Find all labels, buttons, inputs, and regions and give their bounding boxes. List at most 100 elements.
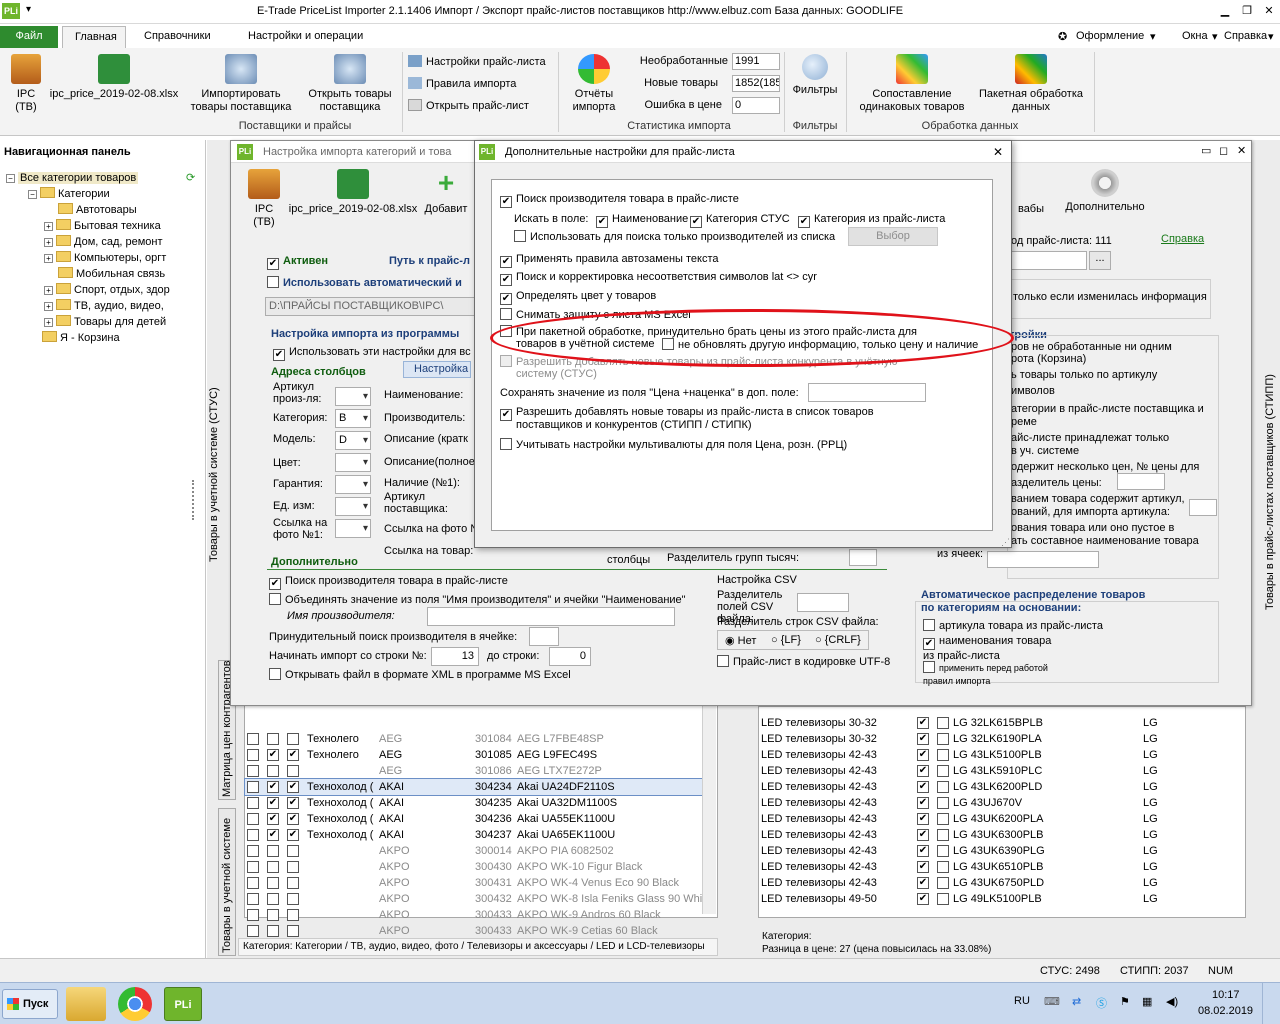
table-row[interactable]: AKPO 300431 AKPO WK-4 Venus Eco 90 Black bbox=[245, 875, 703, 891]
clock-date[interactable]: 08.02.2019 bbox=[1198, 1005, 1253, 1017]
menu-design[interactable]: Оформление bbox=[1076, 30, 1144, 42]
row-checkbox[interactable] bbox=[267, 925, 279, 937]
field-cat-stus-checkbox[interactable]: ✔ Категория СТУС bbox=[690, 213, 790, 228]
allow-competitor-checkbox[interactable]: Разрешить добавлять новые товары из прай… bbox=[500, 355, 897, 369]
row-checkbox[interactable]: ✔ bbox=[287, 813, 299, 825]
row-checkbox[interactable]: ✔ bbox=[917, 781, 929, 793]
add-button[interactable]: + Добавит bbox=[421, 169, 471, 216]
save-value-input[interactable] bbox=[808, 383, 926, 402]
row-checkbox[interactable] bbox=[267, 861, 279, 873]
checkbox[interactable] bbox=[500, 308, 512, 320]
tree-categories[interactable]: − Категории bbox=[28, 186, 110, 202]
row-checkbox[interactable] bbox=[247, 797, 259, 809]
right-input[interactable] bbox=[1011, 251, 1087, 270]
checkbox[interactable] bbox=[514, 230, 526, 242]
expand-icon[interactable]: + bbox=[44, 286, 53, 295]
row-checkbox[interactable] bbox=[287, 925, 299, 937]
csv-field-sep-input[interactable] bbox=[797, 593, 849, 612]
row-checkbox[interactable]: ✔ bbox=[267, 829, 279, 841]
csv-lf-radio[interactable]: ○ {LF} bbox=[771, 634, 801, 646]
row-checkbox[interactable]: ✔ bbox=[287, 829, 299, 841]
model-combo[interactable]: D bbox=[335, 431, 371, 450]
tree-item[interactable]: + Дом, сад, ремонт bbox=[44, 234, 163, 250]
row-checkbox[interactable] bbox=[247, 861, 259, 873]
row-checkbox[interactable] bbox=[267, 765, 279, 777]
network-icon[interactable]: ▦ bbox=[1142, 995, 1152, 1008]
row-checkbox[interactable] bbox=[247, 749, 259, 761]
table-row[interactable]: AKPO 300433 AKPO WK-9 Cetias 60 Black bbox=[245, 923, 703, 939]
checkbox[interactable]: ✔ bbox=[923, 638, 935, 650]
merge-field-checkbox[interactable]: Объединять значение из поля "Имя произво… bbox=[269, 593, 686, 607]
help-link[interactable]: Справка bbox=[1161, 233, 1204, 245]
table-row[interactable]: ✔ ✔ Технохолод (AKAI 304235 Akai UA32DM1100S bbox=[245, 795, 703, 811]
table-row[interactable]: LED телевизоры 42-43 ✔ LG 43UK6510PLB LG bbox=[759, 859, 1245, 875]
detect-color-checkbox[interactable]: ✔ Определять цвет у товаров bbox=[500, 290, 656, 305]
warranty-combo[interactable] bbox=[335, 475, 371, 494]
collapse-icon[interactable]: − bbox=[28, 190, 37, 199]
cells-input[interactable] bbox=[987, 551, 1099, 568]
opt-search-maker[interactable]: ✔ Поиск производителя товара в прайс-лист… bbox=[500, 193, 739, 208]
active-checkbox[interactable]: ✔ Активен bbox=[267, 255, 328, 270]
article-input[interactable] bbox=[1189, 499, 1217, 516]
row-checkbox[interactable]: ✔ bbox=[267, 781, 279, 793]
autoreplace-checkbox[interactable]: ✔ Применять правила автозамены текста bbox=[500, 253, 719, 268]
row-checkbox[interactable] bbox=[247, 893, 259, 905]
row-checkbox[interactable] bbox=[247, 765, 259, 777]
table-row[interactable]: AKPO 300430 AKPO WK-10 Figur Black bbox=[245, 859, 703, 875]
ipc-button[interactable]: IPC (ТВ) bbox=[239, 169, 289, 229]
apply-rules-checkbox[interactable]: применить перед работой правил импорта bbox=[923, 661, 1063, 688]
right-products-grid[interactable]: LED телевизоры 30-32 ✔ LG 32LK615BPLB LG LED… bbox=[758, 706, 1246, 918]
menu-help[interactable]: Справка bbox=[1224, 30, 1267, 42]
row-checkbox[interactable] bbox=[937, 861, 949, 873]
row-checkbox[interactable] bbox=[267, 845, 279, 857]
row-checkbox[interactable] bbox=[247, 781, 259, 793]
table-row[interactable]: LED телевизоры 42-43 ✔ LG 43UK6300PLB LG bbox=[759, 827, 1245, 843]
row-checkbox[interactable]: ✔ bbox=[267, 813, 279, 825]
row-checkbox[interactable]: ✔ bbox=[267, 749, 279, 761]
maximize-button[interactable]: ◻ bbox=[1219, 144, 1228, 157]
force-price-checkbox[interactable]: При пакетной обработке, принудительно бр… bbox=[500, 325, 917, 339]
row-checkbox[interactable]: ✔ bbox=[267, 797, 279, 809]
menu-windows[interactable]: Окна bbox=[1182, 30, 1208, 42]
table-row[interactable]: LED телевизоры 42-43 ✔ LG 43UK6390PLG LG bbox=[759, 843, 1245, 859]
row-checkbox[interactable] bbox=[247, 877, 259, 889]
table-row[interactable]: LED телевизоры 42-43 ✔ LG 43UK6200PLA LG bbox=[759, 811, 1245, 827]
checkbox[interactable]: ✔ bbox=[500, 409, 512, 421]
table-row[interactable]: AEG 301086 AEG LTX7E272P bbox=[245, 763, 703, 779]
row-checkbox[interactable] bbox=[247, 829, 259, 841]
checkbox[interactable]: ✔ bbox=[798, 216, 810, 228]
csv-crlf-radio[interactable]: ○ {CRLF} bbox=[815, 634, 861, 646]
table-row[interactable]: ✔ ✔ Технохолод (AKAI 304234 Akai UA24DF2110S bbox=[244, 778, 704, 796]
show-desktop-button[interactable] bbox=[1262, 983, 1280, 1024]
right-vertical-tab[interactable]: Товары в прайс-листах поставщиков (СТИПП… bbox=[1264, 350, 1276, 610]
row-checkbox[interactable]: ✔ bbox=[917, 733, 929, 745]
by-article-checkbox[interactable]: артикула товара из прайс-листа bbox=[923, 619, 1103, 633]
tree-item[interactable]: + Спорт, отдых, здор bbox=[44, 282, 170, 298]
row-checkbox[interactable] bbox=[267, 733, 279, 745]
tab-file[interactable]: Файл bbox=[0, 26, 58, 48]
row-checkbox[interactable] bbox=[937, 765, 949, 777]
tab-dictionaries[interactable]: Справочники bbox=[132, 26, 223, 48]
language-indicator[interactable]: RU bbox=[1014, 995, 1030, 1007]
row-checkbox[interactable]: ✔ bbox=[287, 781, 299, 793]
row-checkbox[interactable] bbox=[287, 733, 299, 745]
checkbox[interactable]: ✔ bbox=[500, 293, 512, 305]
tree-item[interactable]: Мобильная связь bbox=[58, 266, 165, 282]
row-checkbox[interactable] bbox=[287, 845, 299, 857]
row-checkbox[interactable] bbox=[937, 829, 949, 841]
row-checkbox[interactable]: ✔ bbox=[917, 749, 929, 761]
table-row[interactable]: LED телевизоры 49-50 ✔ LG 49LK5100PLB LG bbox=[759, 891, 1245, 907]
row-checkbox[interactable] bbox=[937, 797, 949, 809]
tree-item[interactable]: + Компьютеры, оргт bbox=[44, 250, 166, 266]
category-combo[interactable]: B bbox=[335, 409, 371, 428]
ipc-button[interactable]: IPC (ТВ) bbox=[4, 54, 48, 114]
table-row[interactable]: ✔ ✔ Технохолод (AKAI 304236 Akai UA55EK1100U bbox=[245, 811, 703, 827]
checkbox[interactable]: ✔ bbox=[269, 578, 281, 590]
expand-icon[interactable]: + bbox=[44, 254, 53, 263]
expand-icon[interactable]: + bbox=[44, 318, 53, 327]
row-checkbox[interactable] bbox=[937, 781, 949, 793]
expand-icon[interactable]: + bbox=[44, 238, 53, 247]
browse-button[interactable]: ... bbox=[1089, 251, 1111, 270]
row-checkbox[interactable] bbox=[937, 717, 949, 729]
compare-products-button[interactable]: Сопоставление одинаковых товаров bbox=[850, 54, 974, 114]
